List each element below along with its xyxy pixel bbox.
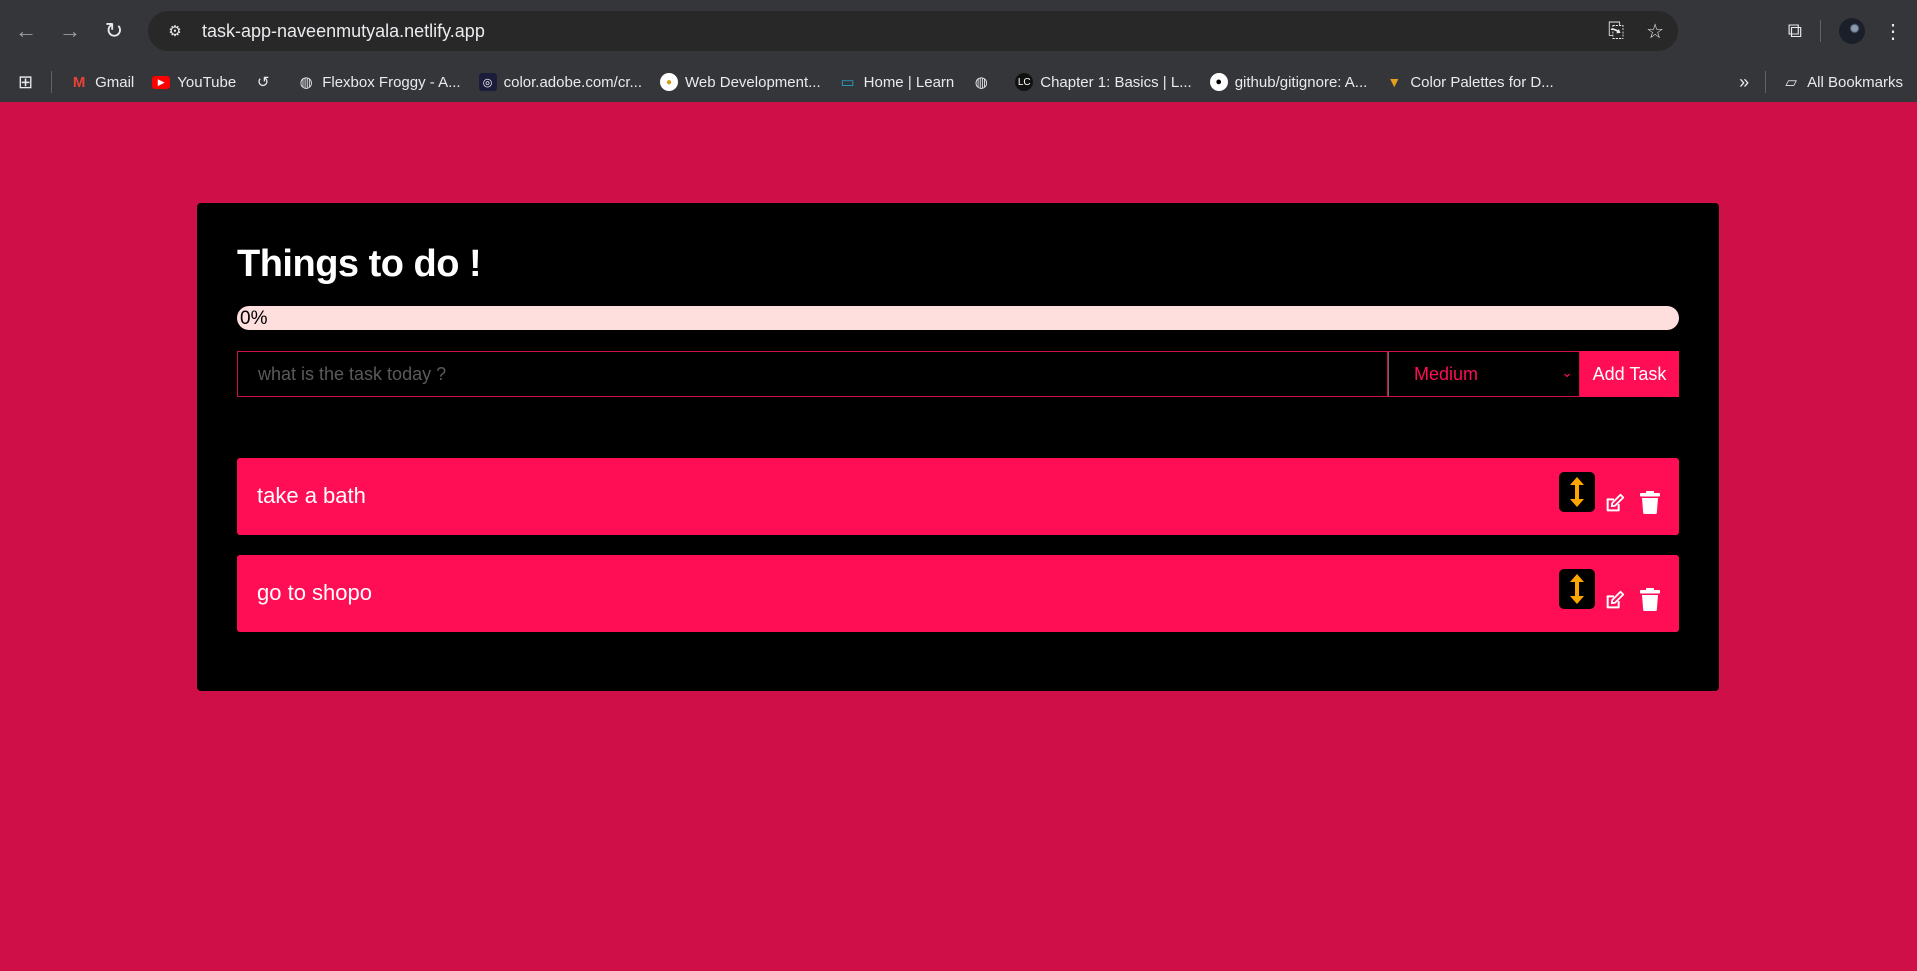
bookmark-history[interactable]: ↺ (254, 73, 279, 91)
bookmark-color-palettes[interactable]: ▼ Color Palettes for D... (1385, 73, 1553, 91)
bookmark-star-icon[interactable]: ☆ (1646, 19, 1664, 44)
priority-select[interactable]: Medium ⌄ (1388, 351, 1580, 397)
chevron-down-icon: ⌄ (1561, 364, 1573, 380)
trash-icon[interactable] (1640, 588, 1660, 611)
forward-icon[interactable]: → (52, 13, 88, 49)
all-bookmarks-folder[interactable]: ▱ All Bookmarks (1782, 73, 1903, 92)
site-info-icon[interactable]: ⚙ (154, 22, 196, 40)
bookmarks-divider (51, 71, 53, 93)
back-icon[interactable]: ← (8, 13, 44, 49)
palette-icon: ▼ (1387, 74, 1402, 90)
task-item: go to shopo (237, 555, 1679, 632)
youtube-icon: ▶ (152, 75, 171, 89)
add-task-button[interactable]: Add Task (1580, 351, 1679, 397)
more-bookmarks-icon[interactable]: » (1739, 72, 1749, 93)
bookmark-gmail[interactable]: M Gmail (70, 73, 134, 91)
bookmark-adobe-color[interactable]: ◎ color.adobe.com/cr... (478, 73, 642, 91)
progress-bar: 0% (237, 306, 1679, 330)
add-task-form: Medium ⌄ Add Task (237, 351, 1679, 397)
progress-label: 0% (240, 308, 268, 329)
github-icon: ● (1209, 73, 1228, 91)
address-url[interactable]: task-app-naveenmutyala.netlify.app (202, 21, 485, 42)
bookmark-chapter-1[interactable]: LC Chapter 1: Basics | L... (1015, 73, 1192, 91)
up-down-arrow-icon (1570, 477, 1584, 507)
web-dev-icon: ● (660, 73, 679, 91)
globe-icon: ◍ (974, 74, 988, 91)
bookmark-web-development[interactable]: ● Web Development... (660, 73, 821, 91)
bookmark-globe[interactable]: ◍ (972, 73, 997, 91)
up-down-arrow-icon (1570, 574, 1584, 604)
page-title: Things to do ! (237, 243, 482, 285)
edit-icon[interactable] (1604, 589, 1626, 611)
bookmark-flexbox-froggy[interactable]: ◍ Flexbox Froggy - A... (297, 73, 461, 92)
apps-grid-icon[interactable]: ⊞ (18, 72, 33, 93)
gmail-icon: M (72, 73, 86, 91)
install-app-icon[interactable]: ⎘ (1608, 20, 1624, 43)
task-label: take a bath (257, 483, 366, 508)
bookmarks-divider (1765, 71, 1767, 93)
adobe-color-icon: ◎ (478, 73, 497, 91)
bookmarks-bar: ⊞ M Gmail ▶ YouTube ↺ ◍ Flexbox Froggy -… (0, 62, 1917, 102)
toolbar-divider (1820, 20, 1821, 42)
drag-handle-icon[interactable] (1559, 569, 1595, 609)
profile-avatar[interactable] (1839, 18, 1865, 44)
address-bar[interactable]: ⚙ task-app-naveenmutyala.netlify.app ⎘ ☆ (148, 11, 1678, 51)
edit-icon[interactable] (1604, 492, 1626, 514)
task-input[interactable] (237, 351, 1388, 397)
task-list: take a bath go to shopo (237, 458, 1679, 652)
book-icon: ▭ (840, 74, 855, 91)
globe-icon: ◍ (299, 74, 313, 91)
trash-icon[interactable] (1640, 491, 1660, 514)
bookmark-youtube[interactable]: ▶ YouTube (152, 74, 236, 91)
task-item: take a bath (237, 458, 1679, 535)
browser-chrome: ← → ↻ ⚙ task-app-naveenmutyala.netlify.a… (0, 0, 1917, 102)
chapter-icon: LC (1015, 73, 1034, 91)
bookmark-home-learn[interactable]: ▭ Home | Learn (839, 73, 955, 92)
drag-handle-icon[interactable] (1559, 472, 1595, 512)
browser-toolbar: ← → ↻ ⚙ task-app-naveenmutyala.netlify.a… (0, 0, 1917, 62)
task-label: go to shopo (257, 580, 372, 605)
history-icon: ↺ (256, 74, 270, 91)
extensions-icon[interactable]: ⧉ (1788, 20, 1802, 43)
menu-icon[interactable]: ⋮ (1883, 19, 1903, 44)
bookmark-github-gitignore[interactable]: ● github/gitignore: A... (1209, 73, 1367, 91)
folder-icon: ▱ (1785, 74, 1797, 91)
reload-icon[interactable]: ↻ (96, 13, 132, 49)
priority-selected-value: Medium (1414, 363, 1479, 384)
todo-card: Things to do ! 0% Medium ⌄ Add Task take… (197, 203, 1719, 691)
